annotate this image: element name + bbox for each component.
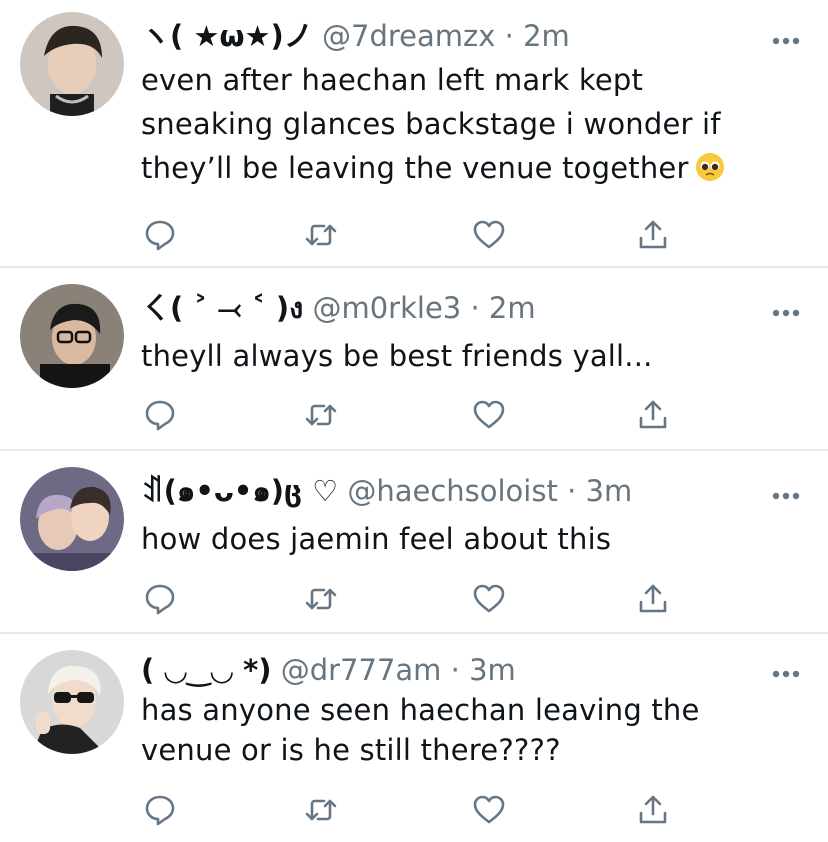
share-icon[interactable] xyxy=(636,218,670,252)
tweet-actions xyxy=(141,218,681,252)
tweet[interactable]: ꀊ(๑•ᴗ•๑)ც ♡ @haechsoloist · 3m how does … xyxy=(0,451,828,633)
timestamp[interactable]: 3m xyxy=(469,653,516,687)
like-icon[interactable] xyxy=(472,582,506,616)
avatar[interactable] xyxy=(20,650,124,754)
retweet-icon[interactable] xyxy=(304,793,338,827)
tweet-text-content: has anyone seen haechan leaving the venu… xyxy=(141,693,700,767)
more-icon[interactable] xyxy=(772,31,800,45)
separator: · xyxy=(450,653,460,687)
tweet-header: ( ◡‿◡ *) @dr777am · 3m xyxy=(141,650,516,690)
user-handle[interactable]: @haechsoloist xyxy=(347,474,558,508)
tweet-header: ヽ( ★ω★)ノ @7dreamzx · 2m xyxy=(141,16,570,56)
share-icon[interactable] xyxy=(636,582,670,616)
display-name[interactable]: ꀊ(๑•ᴗ•๑)ც ♡ xyxy=(141,474,338,508)
display-name[interactable]: ( ◡‿◡ *) xyxy=(141,653,272,687)
more-icon[interactable] xyxy=(772,664,800,678)
display-name[interactable]: ㄑ( ˃ ⤙ ˂ )ง xyxy=(141,291,303,325)
share-icon[interactable] xyxy=(636,398,670,432)
reply-icon[interactable] xyxy=(143,793,177,827)
separator: · xyxy=(567,474,577,508)
tweet-header: ꀊ(๑•ᴗ•๑)ც ♡ @haechsoloist · 3m xyxy=(141,471,632,511)
retweet-icon[interactable] xyxy=(304,582,338,616)
avatar[interactable] xyxy=(20,284,124,388)
tweet-text: theyll always be best friends yall... xyxy=(141,334,781,378)
timestamp[interactable]: 2m xyxy=(489,291,536,325)
retweet-icon[interactable] xyxy=(304,398,338,432)
like-icon[interactable] xyxy=(472,218,506,252)
like-icon[interactable] xyxy=(472,398,506,432)
tweet-text: even after haechan left mark kept sneaki… xyxy=(141,58,781,190)
tweet-header: ㄑ( ˃ ⤙ ˂ )ง @m0rkle3 · 2m xyxy=(141,288,536,328)
user-handle[interactable]: @m0rkle3 xyxy=(312,291,461,325)
separator: · xyxy=(470,291,480,325)
avatar[interactable] xyxy=(20,467,124,571)
user-handle[interactable]: @dr777am xyxy=(281,653,442,687)
timestamp[interactable]: 2m xyxy=(523,19,570,53)
reply-icon[interactable] xyxy=(143,398,177,432)
like-icon[interactable] xyxy=(472,793,506,827)
tweet-actions xyxy=(141,582,681,616)
tweet-actions xyxy=(141,398,681,432)
display-name[interactable]: ヽ( ★ω★)ノ xyxy=(141,19,313,53)
tweet[interactable]: ( ◡‿◡ *) @dr777am · 3m has anyone seen h… xyxy=(0,634,828,842)
avatar[interactable] xyxy=(20,12,124,116)
tweet[interactable]: ㄑ( ˃ ⤙ ˂ )ง @m0rkle3 · 2m theyll always … xyxy=(0,268,828,451)
timestamp[interactable]: 3m xyxy=(586,474,633,508)
tweet-text: how does jaemin feel about this xyxy=(141,517,781,561)
share-icon[interactable] xyxy=(636,793,670,827)
retweet-icon[interactable] xyxy=(304,218,338,252)
reply-icon[interactable] xyxy=(143,218,177,252)
tweet-text-content: even after haechan left mark kept sneaki… xyxy=(141,63,721,185)
tweet-feed: ヽ( ★ω★)ノ @7dreamzx · 2m even after haech… xyxy=(0,0,828,842)
user-handle[interactable]: @7dreamzx xyxy=(322,19,495,53)
reply-icon[interactable] xyxy=(143,582,177,616)
more-icon[interactable] xyxy=(772,486,800,500)
more-icon[interactable] xyxy=(772,303,800,317)
tweet-text-content: how does jaemin feel about this xyxy=(141,522,612,556)
tweet[interactable]: ヽ( ★ω★)ノ @7dreamzx · 2m even after haech… xyxy=(0,0,828,268)
tweet-text-content: theyll always be best friends yall... xyxy=(141,339,653,373)
tweet-text: has anyone seen haechan leaving the venu… xyxy=(141,690,781,770)
tweet-actions xyxy=(141,793,681,827)
pleading-face-icon xyxy=(695,150,725,181)
separator: · xyxy=(504,19,514,53)
